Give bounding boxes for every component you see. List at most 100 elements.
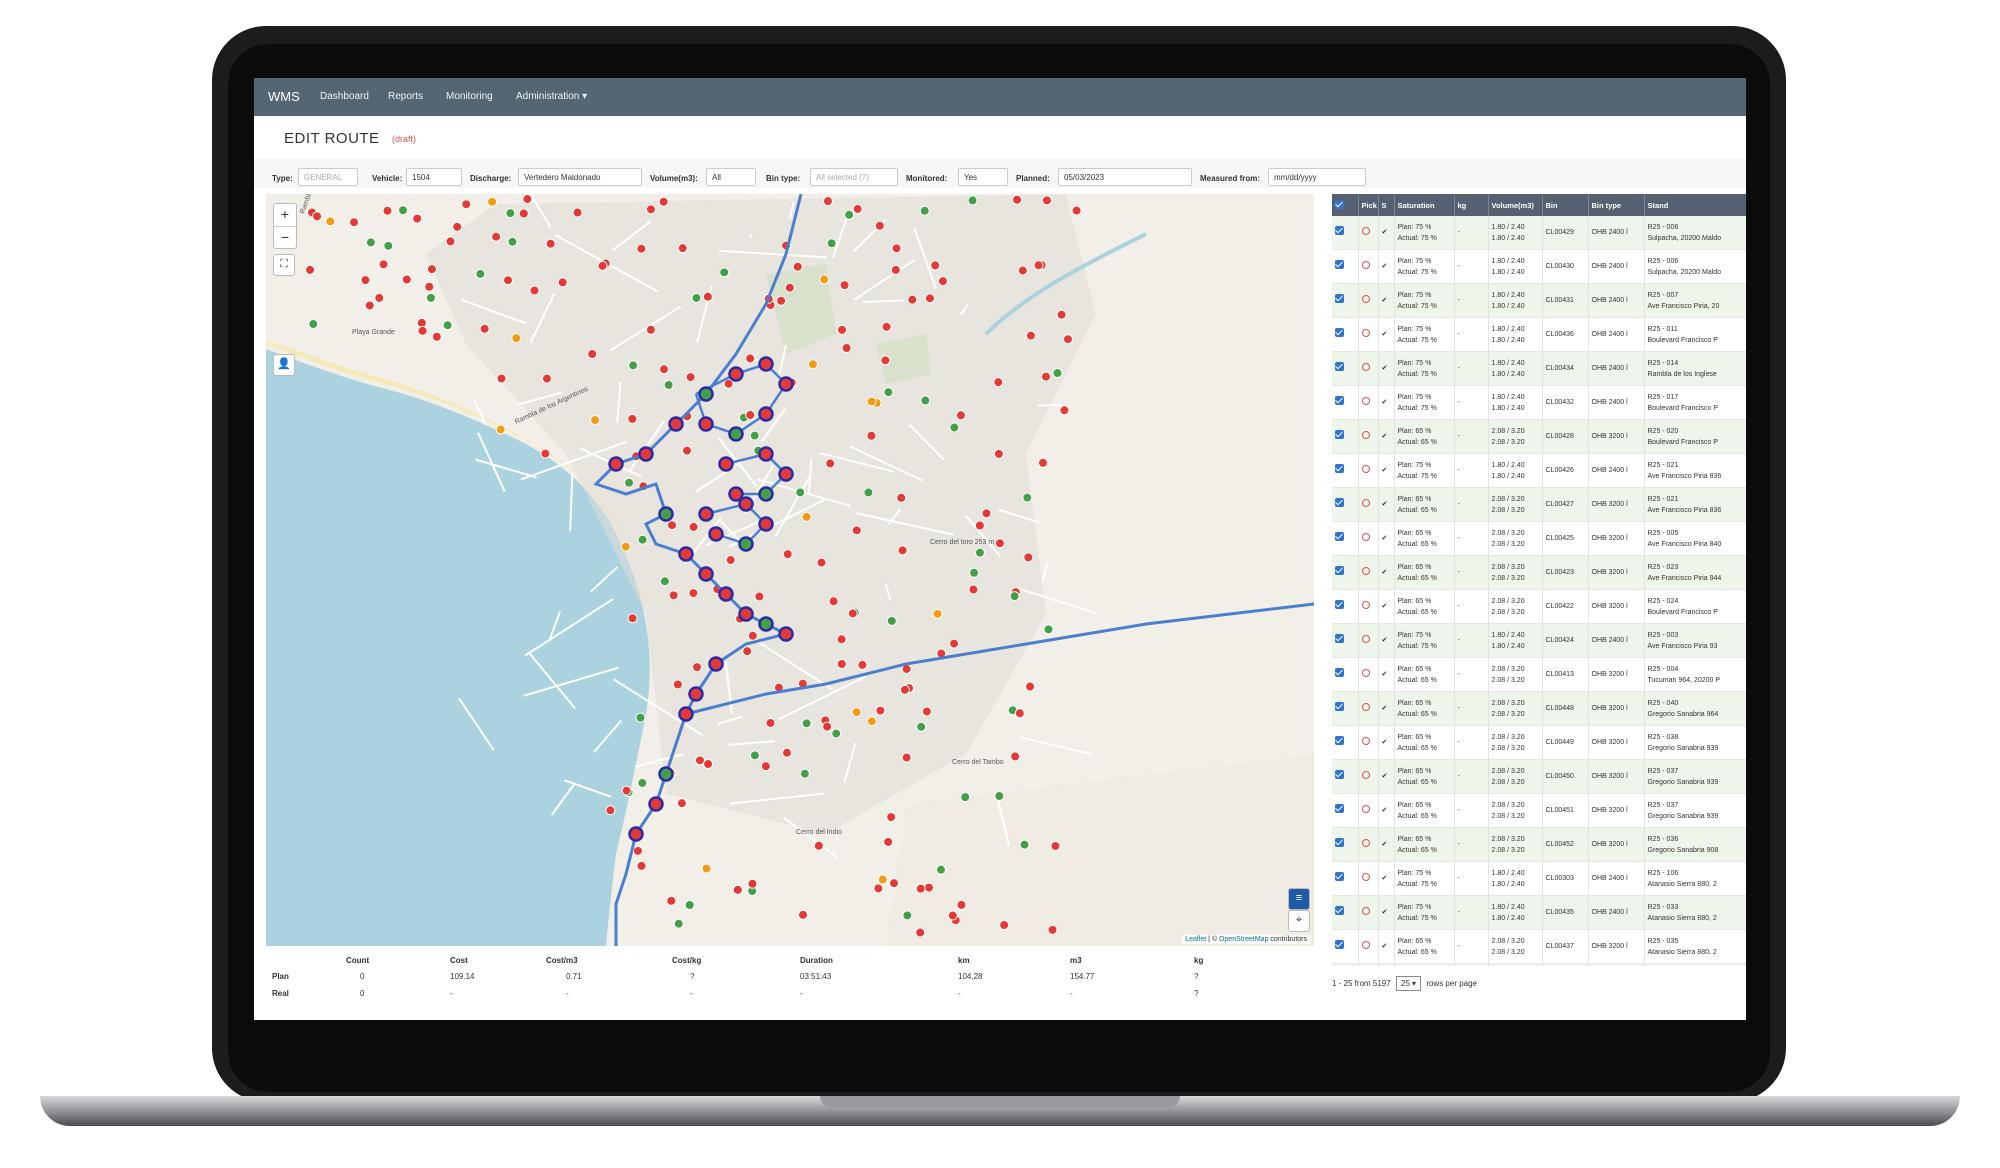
header-pick[interactable]: Pick (1358, 194, 1379, 216)
row-checkbox[interactable] (1332, 419, 1359, 454)
discharge-select[interactable]: Vertedero Maldonado (518, 168, 642, 186)
table-row[interactable]: ✔ Plan: 65 % Actual: 65 % -2.08 / 3.20 2.08 … (1332, 555, 1746, 590)
pick-radio[interactable] (1358, 453, 1379, 488)
row-checkbox[interactable] (1332, 453, 1359, 488)
pick-radio[interactable] (1358, 487, 1379, 522)
nav-monitoring[interactable]: Monitoring (446, 91, 493, 102)
row-checkbox[interactable] (1332, 623, 1359, 658)
table-row[interactable]: ✔ Plan: 65 % Actual: 65 % -2.08 / 3.20 2.08 … (1332, 793, 1746, 828)
vehicle-select[interactable]: 1504 (406, 168, 462, 186)
pick-radio[interactable] (1358, 827, 1379, 862)
table-row[interactable]: ✔ Plan: 65 % Actual: 65 % -2.08 / 3.20 2.08 … (1332, 657, 1746, 692)
volume-select[interactable]: All (706, 168, 756, 186)
planned-date-input[interactable]: 05/03/2023 (1058, 168, 1192, 186)
row-checkbox[interactable] (1332, 216, 1359, 250)
fullscreen-icon[interactable]: ⛶ (273, 254, 295, 276)
pick-radio[interactable] (1358, 249, 1379, 284)
locate-icon[interactable]: ⌖ (1288, 910, 1310, 932)
table-row[interactable]: ✔ Plan: 65 % Actual: 65 % -2.08 / 3.20 2.08 … (1332, 725, 1746, 760)
table-row[interactable]: ✔ Plan: 65 % Actual: 65 % -2.08 / 3.20 2.08 … (1332, 759, 1746, 794)
type-select[interactable]: GENERAL (298, 168, 358, 186)
route-map[interactable]: Rambla Juan Diaz de Solis Playa Grande R… (266, 194, 1314, 946)
row-checkbox[interactable] (1332, 521, 1359, 556)
pick-radio[interactable] (1358, 351, 1379, 386)
map-canvas[interactable]: Rambla Juan Diaz de Solis Playa Grande R… (266, 194, 1314, 946)
row-checkbox[interactable] (1332, 351, 1359, 386)
row-checkbox[interactable] (1332, 895, 1359, 930)
pick-radio[interactable] (1358, 555, 1379, 590)
header-saturation[interactable]: Saturation (1394, 194, 1455, 216)
zoom-out-button[interactable]: − (274, 227, 296, 249)
table-row[interactable]: ✔ Plan: 65 % Actual: 65 % -2.08 / 3.20 2.08 … (1332, 827, 1746, 862)
pick-radio[interactable] (1358, 317, 1379, 352)
row-checkbox[interactable] (1332, 929, 1359, 964)
table-row[interactable]: ✔ Plan: 75 % Actual: 75 % -1.80 / 2.40 1.80 … (1332, 623, 1746, 658)
row-checkbox[interactable] (1332, 793, 1359, 828)
nav-dashboard[interactable]: Dashboard (320, 91, 369, 102)
header-s[interactable]: S (1378, 194, 1395, 216)
table-row[interactable]: ✔ Plan: 75 % Actual: 75 % -1.80 / 2.40 1.80 … (1332, 317, 1746, 352)
pegman-icon[interactable]: 👤 (273, 354, 295, 376)
pick-radio[interactable] (1358, 623, 1379, 658)
row-checkbox[interactable] (1332, 861, 1359, 896)
header-bin-type[interactable]: Bin type (1588, 194, 1645, 216)
pick-radio[interactable] (1358, 385, 1379, 420)
zoom-in-button[interactable]: + (274, 204, 296, 227)
bin-type-select[interactable]: All selected (7) (810, 168, 898, 186)
table-row[interactable]: ✔ Plan: 75 % Actual: 75 % -1.80 / 2.40 1.80 … (1332, 351, 1746, 386)
header-bin[interactable]: Bin (1542, 194, 1589, 216)
layers-icon[interactable]: ≡ (1288, 888, 1310, 910)
row-checkbox[interactable] (1332, 963, 1359, 966)
pick-radio[interactable] (1358, 657, 1379, 692)
row-checkbox[interactable] (1332, 487, 1359, 522)
pick-radio[interactable] (1358, 216, 1379, 250)
table-row[interactable]: ✔ Plan: 75 % Actual: 75 % -1.80 / 2.40 1.80 … (1332, 861, 1746, 896)
row-checkbox[interactable] (1332, 759, 1359, 794)
table-row[interactable]: ✔ Plan: 75 % Actual: 75 % -1.80 / 2.40 1.80 … (1332, 216, 1746, 250)
row-checkbox[interactable] (1332, 317, 1359, 352)
measured-from-input[interactable]: mm/dd/yyyy (1268, 168, 1366, 186)
table-row[interactable]: ✔ Plan: 65 % Actual: 65 % -2.08 / 3.20 2.08 … (1332, 521, 1746, 556)
pick-radio[interactable] (1358, 419, 1379, 454)
osm-link[interactable]: OpenStreetMap (1219, 936, 1268, 943)
table-row[interactable]: ✔ Plan: 65 % Actual: 65 % -2.08 / 3.20 2.08 … (1332, 691, 1746, 726)
row-checkbox[interactable] (1332, 283, 1359, 318)
pick-radio[interactable] (1358, 589, 1379, 624)
table-row[interactable]: ✔ Plan: 75 % Actual: 75 % -1.80 / 2.40 1.80 … (1332, 453, 1746, 488)
pick-radio[interactable] (1358, 521, 1379, 556)
table-row[interactable]: ✔ Plan: 75 % Actual: 75 % -1.80 / 2.40 1.80 … (1332, 283, 1746, 318)
pick-radio[interactable] (1358, 283, 1379, 318)
row-checkbox[interactable] (1332, 657, 1359, 692)
header-volume[interactable]: Volume(m3) (1488, 194, 1543, 216)
table-row[interactable]: ✔ Plan: 75 % Actual: 75 % -1.80 / 2.40 1.80 … (1332, 895, 1746, 930)
table-row[interactable]: ✔ Plan: 65 % Actual: 65 % -2.08 / 3.20 2.08 … (1332, 929, 1746, 964)
leaflet-link[interactable]: Leaflet (1185, 936, 1206, 943)
table-row[interactable]: ✔Plan: 65 %-2.08 / 3.20CL00439OHB 3200 l… (1332, 963, 1746, 966)
pick-radio[interactable] (1358, 759, 1379, 794)
pick-radio[interactable] (1358, 725, 1379, 760)
brand-logo[interactable]: WMS (268, 89, 300, 104)
header-kg[interactable]: kg (1454, 194, 1489, 216)
table-row[interactable]: ✔ Plan: 65 % Actual: 65 % -2.08 / 3.20 2.08 … (1332, 487, 1746, 522)
table-row[interactable]: ✔ Plan: 65 % Actual: 65 % -2.08 / 3.20 2.08 … (1332, 419, 1746, 454)
pick-radio[interactable] (1358, 861, 1379, 896)
pick-radio[interactable] (1358, 929, 1379, 964)
row-checkbox[interactable] (1332, 725, 1359, 760)
table-row[interactable]: ✔ Plan: 75 % Actual: 75 % -1.80 / 2.40 1.80 … (1332, 249, 1746, 284)
row-checkbox[interactable] (1332, 827, 1359, 862)
table-row[interactable]: ✔ Plan: 75 % Actual: 75 % -1.80 / 2.40 1.80 … (1332, 385, 1746, 420)
select-all-checkbox[interactable] (1332, 194, 1359, 216)
row-checkbox[interactable] (1332, 589, 1359, 624)
monitored-select[interactable]: Yes (958, 168, 1008, 186)
nav-administration[interactable]: Administration ▾ (516, 91, 587, 102)
row-checkbox[interactable] (1332, 691, 1359, 726)
nav-reports[interactable]: Reports (388, 91, 423, 102)
rows-per-page-select[interactable]: 25 ▾ (1395, 976, 1422, 991)
row-checkbox[interactable] (1332, 555, 1359, 590)
table-row[interactable]: ✔ Plan: 65 % Actual: 65 % -2.08 / 3.20 2.08 … (1332, 589, 1746, 624)
row-checkbox[interactable] (1332, 249, 1359, 284)
pick-radio[interactable] (1358, 691, 1379, 726)
pick-radio[interactable] (1358, 793, 1379, 828)
pick-radio[interactable] (1358, 963, 1379, 966)
row-checkbox[interactable] (1332, 385, 1359, 420)
